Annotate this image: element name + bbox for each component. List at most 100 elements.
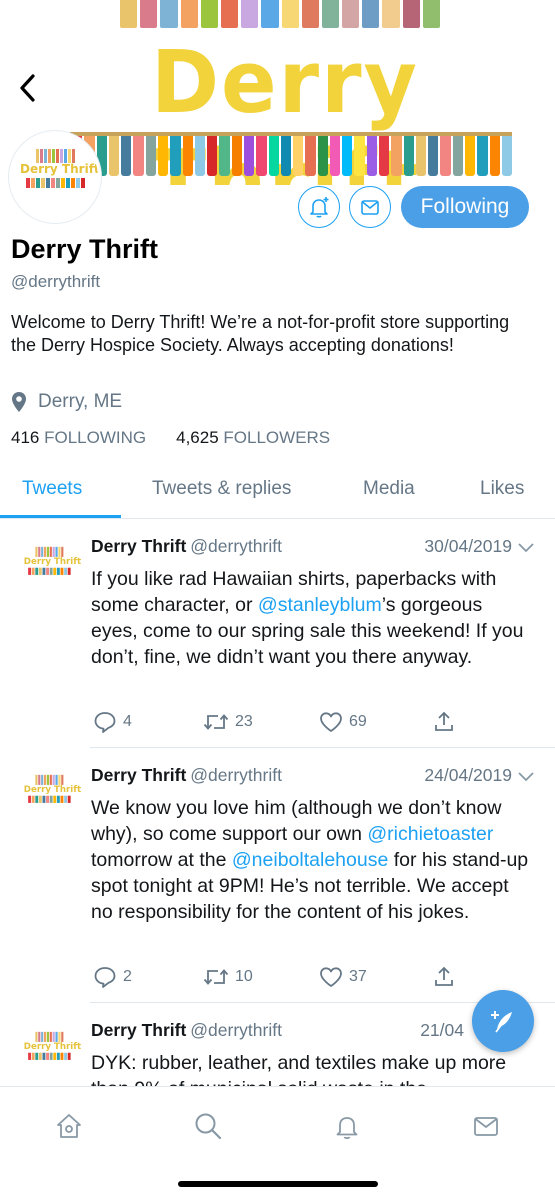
banner-garment (465, 136, 476, 176)
tweet-date: 30/04/2019 (424, 536, 512, 556)
banner-garment (293, 136, 304, 176)
banner-garment (182, 136, 193, 176)
banner-book (120, 0, 138, 28)
tab-media[interactable]: Media (363, 478, 415, 500)
banner-garment (157, 136, 169, 176)
banner-garment (268, 136, 279, 176)
location-text: Derry, ME (38, 391, 123, 412)
banner-garment (391, 136, 402, 176)
banner-garment (379, 136, 390, 176)
bell-icon (336, 1117, 358, 1140)
banner-garment (243, 136, 255, 176)
banner-garment (440, 136, 451, 176)
compose-tweet-icon (491, 1011, 512, 1033)
banner-garment (194, 136, 206, 176)
banner-garment (329, 136, 341, 176)
mention-link[interactable]: @richietoaster (367, 823, 493, 845)
tweet[interactable]: Derry Thrift Derry Thrift @derrythrift 24… (0, 748, 555, 1003)
banner-garment (207, 136, 218, 176)
like-button[interactable]: 69 (319, 709, 367, 735)
banner-book (220, 0, 239, 28)
banner-book (342, 0, 360, 28)
tab-tweets-and-replies[interactable]: Tweets & replies (152, 478, 291, 500)
banner-garment (231, 136, 242, 176)
banner-book (422, 0, 440, 28)
share-button[interactable] (433, 964, 455, 990)
tweet-date: 21/04 (420, 1020, 464, 1040)
banner-garment (219, 136, 230, 176)
banner-book (241, 0, 259, 28)
notifications-button[interactable] (298, 186, 340, 228)
banner-clothes (72, 136, 513, 176)
banner-garment (305, 136, 316, 176)
banner-garment (489, 136, 500, 176)
nav-home[interactable] (51, 1109, 87, 1143)
banner-book (261, 0, 279, 28)
mention-link[interactable]: @stanleyblum (258, 594, 382, 616)
share-icon (435, 711, 453, 731)
share-icon (435, 966, 453, 986)
banner-book (140, 0, 158, 28)
reply-button[interactable]: 2 (93, 964, 132, 990)
retweet-button[interactable]: 10 (203, 964, 253, 990)
chevron-down-icon[interactable] (516, 767, 536, 787)
following-button[interactable]: Following (401, 186, 529, 228)
tweet-header: Derry Thrift @derrythrift 24/04/2019 (91, 765, 536, 789)
tab-likes[interactable]: Likes (480, 478, 524, 500)
banner-book (402, 0, 420, 28)
compose-tweet-button[interactable] (472, 990, 534, 1052)
tab-tweets[interactable]: Tweets (22, 478, 82, 500)
retweet-button[interactable]: 23 (203, 709, 253, 735)
banner-garment (145, 136, 156, 176)
direct-message-button[interactable] (349, 186, 391, 228)
banner-garment (477, 136, 488, 176)
reply-icon (94, 712, 116, 733)
banner-garment (133, 136, 144, 176)
share-button[interactable] (433, 709, 455, 735)
tweet-text: DYK: rubber, leather, and textiles make … (91, 1052, 507, 1086)
tweet-author-handle: @derrythrift (190, 1020, 282, 1040)
banner-garment (354, 136, 365, 176)
tweet-avatar[interactable]: Derry Thrift (22, 540, 81, 594)
derry-thrift-logo: Derry Thrift (20, 149, 98, 205)
banner-garment (501, 136, 513, 176)
tweet-avatar[interactable]: Derry Thrift (22, 1025, 81, 1079)
reply-icon (94, 967, 116, 988)
banner-bookshelf (120, 0, 440, 28)
tweet-author-name: Derry Thrift (91, 536, 187, 556)
active-tab-indicator (0, 515, 121, 518)
banner-garment (452, 136, 463, 176)
nav-messages[interactable] (468, 1109, 504, 1143)
banner-garment (256, 136, 267, 176)
back-arrow-icon[interactable] (8, 66, 48, 110)
profile-stats: 416 FOLLOWING 4,625 FOLLOWERS (11, 428, 330, 448)
home-icon (57, 1114, 81, 1138)
profile-location: Derry, ME (11, 389, 122, 415)
mention-link[interactable]: @neiboltalehouse (232, 849, 388, 871)
retweet-icon (203, 714, 229, 730)
nav-search[interactable] (190, 1109, 226, 1143)
nav-notifications[interactable] (329, 1109, 365, 1143)
like-button[interactable]: 37 (319, 964, 367, 990)
tweet-text: We know you love him (although we don’t … (91, 797, 529, 923)
tweet-actions: 4 23 69 (91, 709, 471, 735)
banner-garment (415, 136, 427, 176)
reply-button[interactable]: 4 (93, 709, 132, 735)
profile-bio: Welcome to Derry Thrift! We’re a not-for… (11, 312, 510, 355)
tweet-date: 24/04/2019 (424, 765, 512, 785)
banner-book (382, 0, 400, 28)
banner-book (200, 0, 218, 28)
tweet-avatar[interactable]: Derry Thrift (22, 768, 81, 822)
profile-avatar[interactable]: Derry Thrift (9, 131, 101, 223)
banner-garment (366, 136, 378, 176)
tweet-author-handle: @derrythrift (190, 765, 282, 785)
profile-tabs: Tweets Tweets & replies Media Likes (0, 466, 555, 519)
banner-garment (108, 136, 120, 176)
banner-garment (403, 136, 414, 176)
following-stat[interactable]: 416 FOLLOWING (11, 428, 146, 448)
banner-book (362, 0, 380, 28)
chevron-down-icon[interactable] (516, 538, 536, 558)
followers-stat[interactable]: 4,625 FOLLOWERS (176, 428, 330, 448)
tweet[interactable]: Derry Thrift Derry Thrift @derrythrift 30… (0, 520, 555, 748)
home-indicator (178, 1181, 378, 1187)
